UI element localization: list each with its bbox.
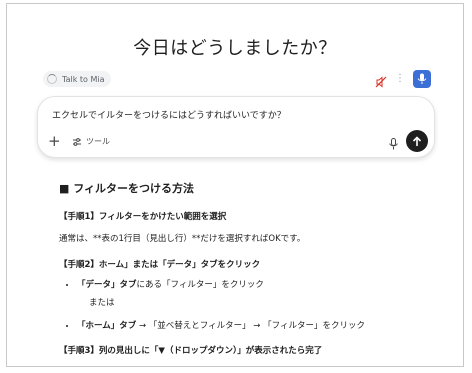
loading-spinner-icon bbox=[47, 74, 57, 84]
send-button[interactable] bbox=[406, 130, 428, 152]
assistant-bar: Talk to Mia ⋮ bbox=[43, 70, 431, 89]
step-2-or: または bbox=[89, 298, 115, 308]
tools-button[interactable]: ツール bbox=[72, 136, 110, 147]
list-item-bold: 「データ」タブ bbox=[77, 280, 137, 290]
mute-icon[interactable] bbox=[375, 73, 387, 88]
talk-to-assistant-button[interactable]: Talk to Mia bbox=[43, 71, 112, 87]
chat-window: 今日はどうしましたか？ Talk to Mia ⋮ エクセルでイルターをつけるに… bbox=[6, 3, 464, 367]
list-item: 「データ」タブにある「フィルター」をクリック bbox=[77, 278, 439, 290]
list-item-text: にある「フィルター」をクリック bbox=[136, 280, 264, 290]
microphone-icon bbox=[417, 73, 427, 84]
more-options-icon[interactable]: ⋮ bbox=[395, 73, 405, 85]
message-composer[interactable]: エクセルでイルターをつけるにはどうすればいいですか？ + ツール bbox=[37, 96, 435, 158]
step-2-list: 「データ」タブにある「フィルター」をクリック bbox=[59, 278, 439, 290]
voice-input-button[interactable] bbox=[413, 70, 431, 88]
list-item: 「ホーム」タブ → 「並べ替えとフィルター」 → 「フィルター」をクリック bbox=[77, 319, 439, 331]
message-input[interactable]: エクセルでイルターをつけるにはどうすればいいですか？ bbox=[52, 108, 286, 121]
microphone-icon[interactable] bbox=[389, 135, 398, 154]
step-2-list-alt: 「ホーム」タブ → 「並べ替えとフィルター」 → 「フィルター」をクリック bbox=[59, 319, 439, 331]
step-1-title: 【手順1】フィルターをかけたい範囲を選択 bbox=[59, 212, 227, 222]
step-1-body: 通常は、**表の1行目（見出し行）**だけを選択すればOKです。 bbox=[59, 234, 306, 244]
list-item-bold: 「ホーム」タブ bbox=[77, 321, 137, 331]
answer-heading: ■ フィルターをつける方法 bbox=[59, 182, 195, 195]
page-title: 今日はどうしましたか？ bbox=[133, 38, 337, 59]
step-3-title: 【手順3】列の見出しに「▼（ドロップダウン）」が表示されたら完了 bbox=[59, 346, 323, 356]
arrow-up-icon bbox=[412, 135, 422, 146]
add-attachment-button[interactable]: + bbox=[48, 134, 61, 149]
list-item-text: → 「並べ替えとフィルター」 → 「フィルター」をクリック bbox=[136, 321, 365, 331]
talk-label: Talk to Mia bbox=[62, 74, 105, 84]
assistant-controls: ⋮ bbox=[375, 70, 431, 88]
tools-icon bbox=[73, 137, 81, 146]
step-2-title: 【手順2】ホーム」または「データ」タブをクリック bbox=[59, 260, 261, 270]
assistant-answer: ■ フィルターをつける方法 【手順1】フィルターをかけたい範囲を選択 通常は、*… bbox=[59, 180, 439, 356]
tools-label: ツール bbox=[86, 137, 110, 146]
